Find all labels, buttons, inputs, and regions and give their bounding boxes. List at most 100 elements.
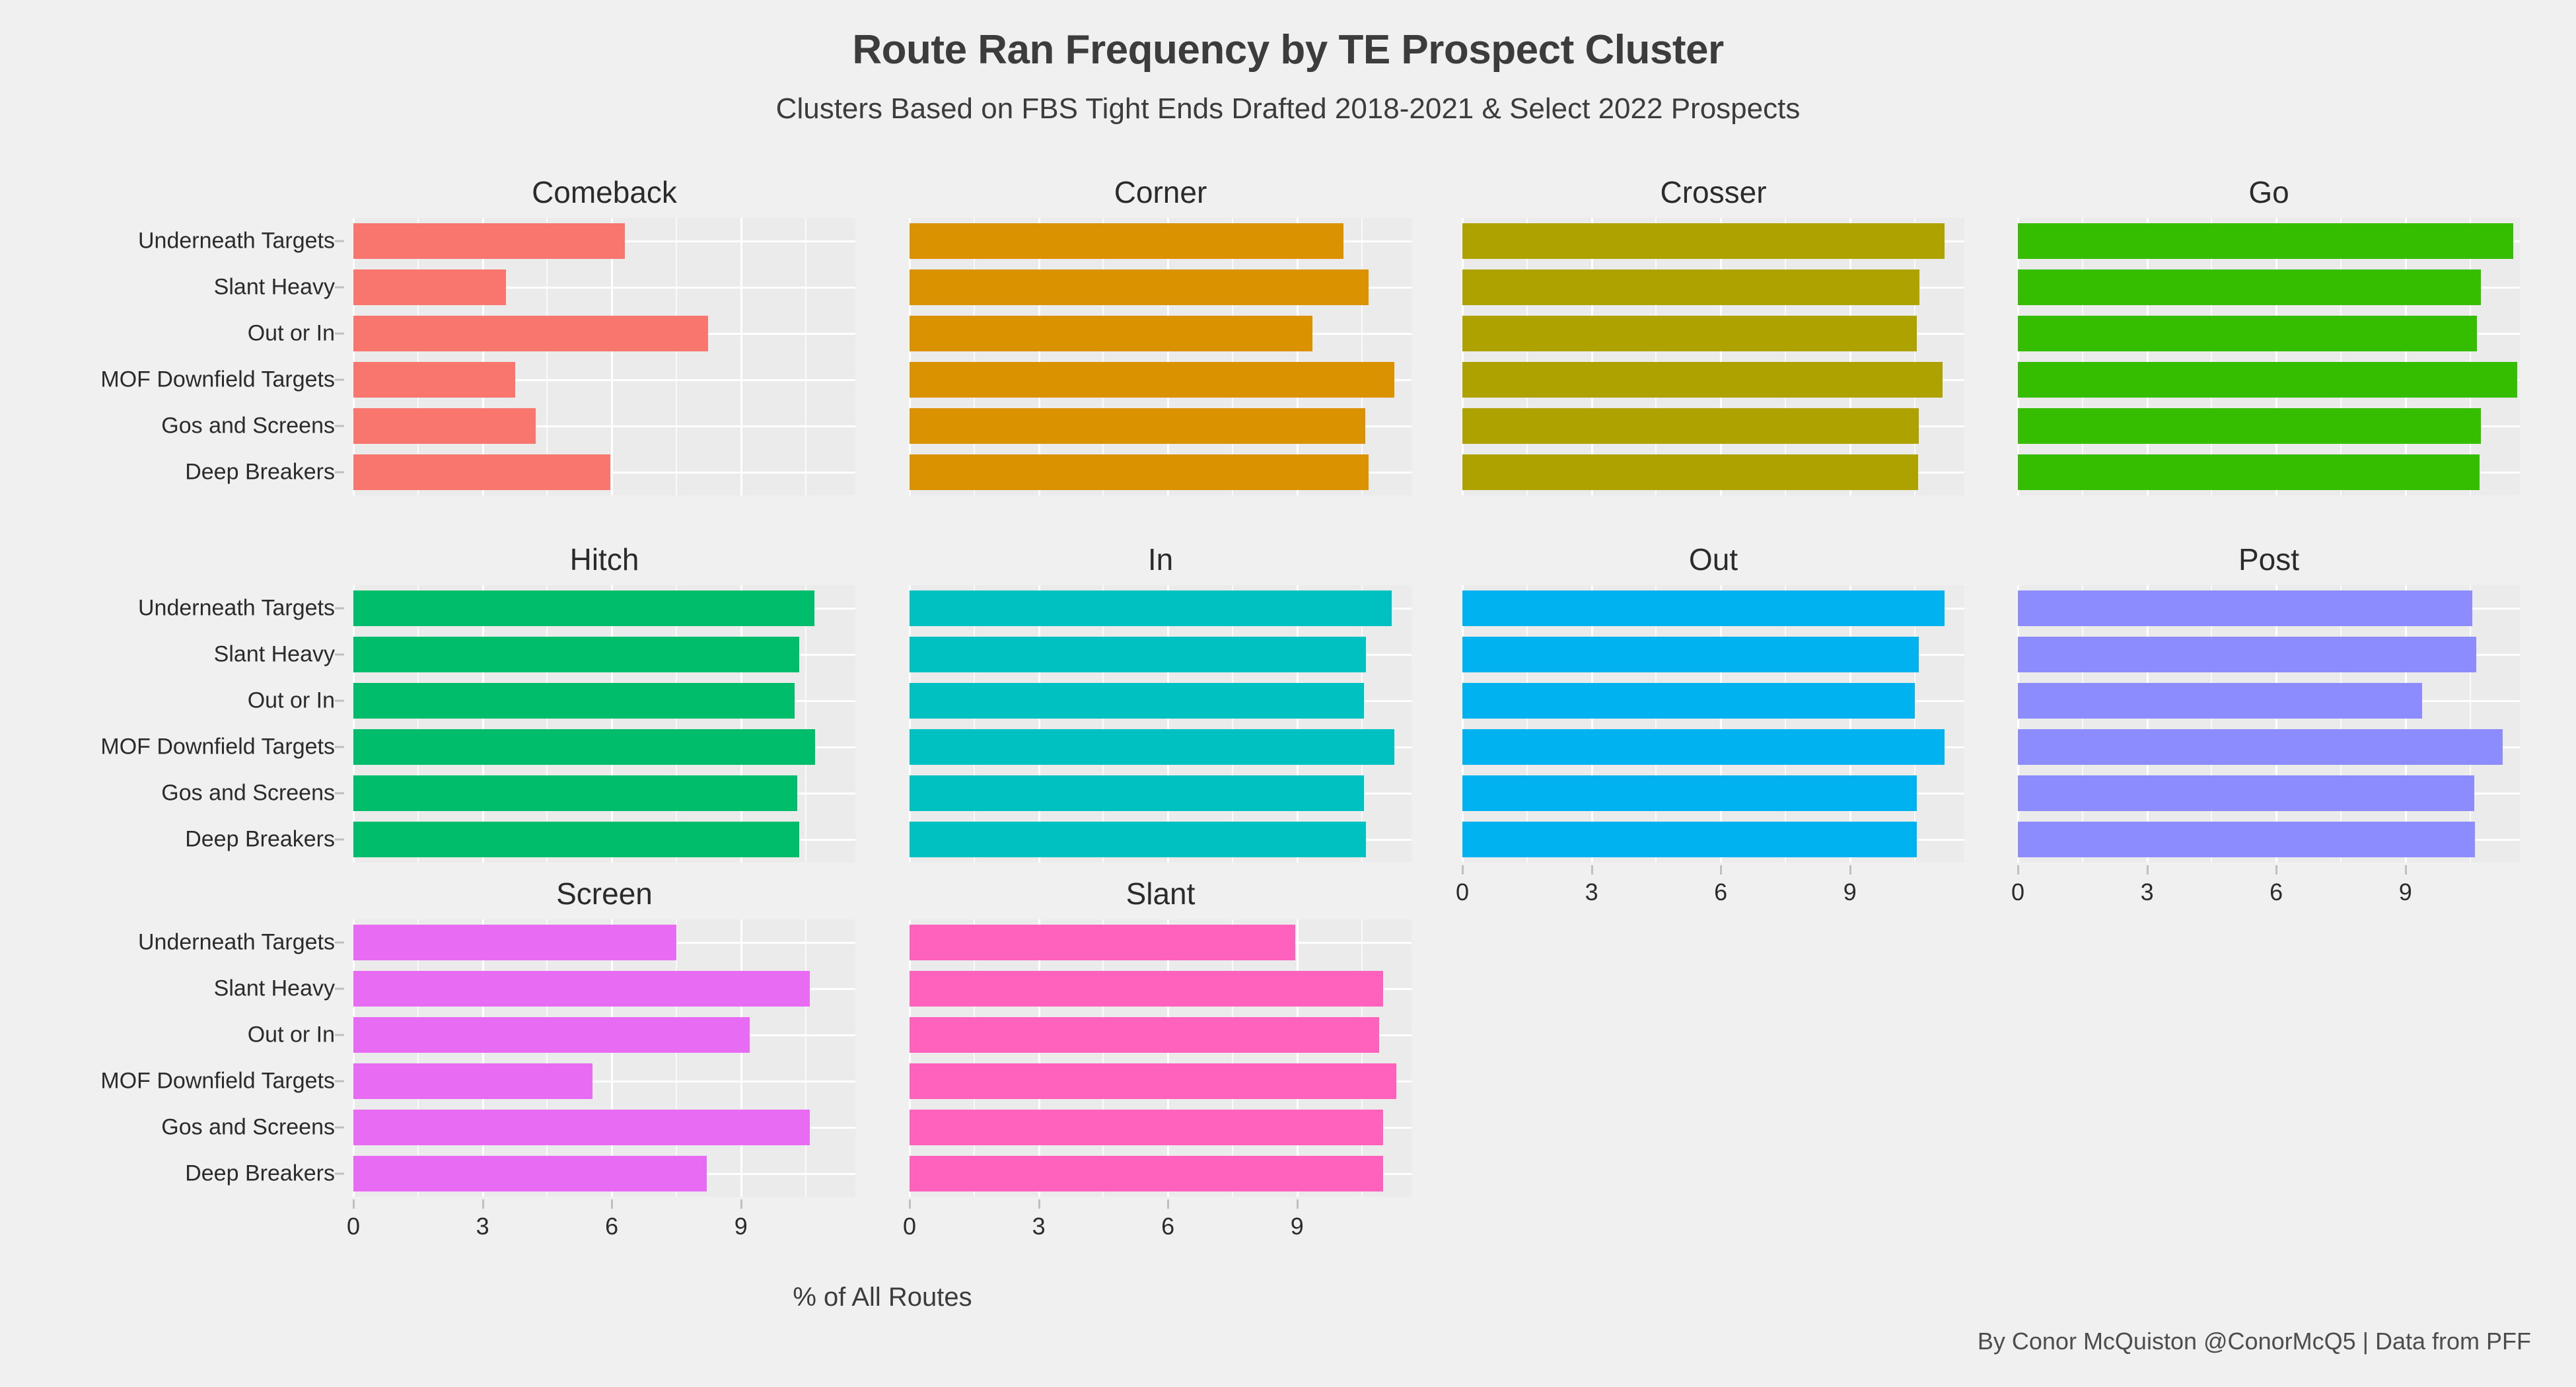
bar[interactable] xyxy=(1462,361,1943,398)
x-axis: 0 3 6 9 xyxy=(1456,865,1964,911)
chart-root: Route Ran Frequency by TE Prospect Clust… xyxy=(0,0,2576,1387)
y-axis-tick xyxy=(335,653,344,656)
y-axis-label: Gos and Screens xyxy=(161,413,335,439)
y-axis-tick xyxy=(335,941,344,944)
bar[interactable] xyxy=(353,636,799,673)
bar[interactable] xyxy=(2018,454,2480,491)
bar[interactable] xyxy=(353,454,610,491)
bar[interactable] xyxy=(910,454,1369,491)
x-axis-tick xyxy=(1720,865,1723,874)
bar[interactable] xyxy=(910,269,1369,306)
bar[interactable] xyxy=(353,1063,592,1100)
bar[interactable] xyxy=(910,1016,1379,1053)
gridline-vertical-minor xyxy=(805,585,806,863)
bar[interactable] xyxy=(353,775,797,812)
x-axis-tick-label: 0 xyxy=(1455,878,1470,906)
bar[interactable] xyxy=(1462,223,1945,260)
y-axis-label: MOF Downfield Targets xyxy=(100,1068,335,1094)
bar[interactable] xyxy=(910,361,1395,398)
x-axis-tick-label: 0 xyxy=(902,1213,917,1240)
bar[interactable] xyxy=(2018,361,2518,398)
x-axis-tick xyxy=(1038,1199,1040,1209)
bar[interactable] xyxy=(2018,590,2472,627)
bar[interactable] xyxy=(910,315,1312,352)
bar[interactable] xyxy=(353,408,536,445)
bar[interactable] xyxy=(2018,775,2475,812)
bar[interactable] xyxy=(353,590,814,627)
y-axis-label: Deep Breakers xyxy=(185,1160,335,1186)
bar[interactable] xyxy=(353,361,515,398)
facet-corner: Corner xyxy=(909,173,1412,495)
y-axis-label: Out or In xyxy=(247,320,335,346)
gridline-vertical-minor xyxy=(805,919,806,1197)
y-axis-label: Gos and Screens xyxy=(161,780,335,806)
bar[interactable] xyxy=(353,924,676,961)
bar[interactable] xyxy=(2018,682,2422,719)
plot-panel xyxy=(909,585,1412,863)
bar[interactable] xyxy=(353,223,626,260)
bar[interactable] xyxy=(1462,315,1917,352)
bar[interactable] xyxy=(910,970,1384,1007)
bar[interactable] xyxy=(353,682,795,719)
bar[interactable] xyxy=(353,1109,810,1146)
bar[interactable] xyxy=(910,1063,1396,1100)
bar[interactable] xyxy=(1462,821,1917,858)
bar[interactable] xyxy=(910,775,1364,812)
bar[interactable] xyxy=(2018,223,2513,260)
x-axis-tick xyxy=(740,1199,742,1209)
x-axis-tick xyxy=(2146,865,2149,874)
gridline-vertical-minor xyxy=(805,218,806,495)
x-axis-tick-label: 0 xyxy=(2011,878,2025,906)
bar[interactable] xyxy=(1462,729,1945,765)
bar[interactable] xyxy=(353,970,810,1007)
bar[interactable] xyxy=(910,924,1295,961)
bar[interactable] xyxy=(353,269,506,306)
y-axis-tick xyxy=(335,286,344,289)
x-axis-tick-label: 0 xyxy=(346,1213,361,1240)
bar[interactable] xyxy=(2018,408,2481,445)
x-axis-tick xyxy=(353,1199,355,1209)
bar[interactable] xyxy=(1462,775,1917,812)
bar[interactable] xyxy=(910,1109,1384,1146)
bar[interactable] xyxy=(910,590,1392,627)
bar[interactable] xyxy=(1462,636,1919,673)
bar[interactable] xyxy=(353,1155,707,1192)
y-axis-tick xyxy=(335,607,344,610)
y-axis-label: MOF Downfield Targets xyxy=(100,367,335,392)
x-axis-tick-label: 6 xyxy=(605,1213,619,1240)
facet-title: Crosser xyxy=(1660,175,1767,209)
bar[interactable] xyxy=(2018,636,2477,673)
chart-caption: By Conor McQuiston @ConorMcQ5 | Data fro… xyxy=(1977,1328,2531,1355)
bar[interactable] xyxy=(2018,821,2476,858)
y-axis-tick xyxy=(335,699,344,702)
x-axis-tick xyxy=(482,1199,484,1209)
x-axis-tick-label: 3 xyxy=(2140,878,2154,906)
bar[interactable] xyxy=(910,821,1367,858)
bar[interactable] xyxy=(910,408,1365,445)
y-axis-label: Slant Heavy xyxy=(213,976,335,1001)
bar[interactable] xyxy=(1462,454,1918,491)
bar[interactable] xyxy=(353,1016,750,1053)
bar[interactable] xyxy=(353,821,799,858)
bar[interactable] xyxy=(910,682,1364,719)
bar[interactable] xyxy=(2018,269,2481,306)
bar[interactable] xyxy=(910,636,1367,673)
bar[interactable] xyxy=(1462,682,1915,719)
bar[interactable] xyxy=(910,1155,1384,1192)
bar[interactable] xyxy=(1462,590,1945,627)
facet-title: Screen xyxy=(556,876,653,911)
bar[interactable] xyxy=(1462,269,1920,306)
x-axis: 0 3 6 9 xyxy=(2011,865,2520,911)
facet-title: Post xyxy=(2238,542,2300,577)
bar[interactable] xyxy=(1462,408,1919,445)
bar[interactable] xyxy=(910,223,1344,260)
facet-in: In xyxy=(909,540,1412,863)
plot-panel xyxy=(353,585,855,863)
bar[interactable] xyxy=(2018,729,2503,765)
bar[interactable] xyxy=(353,729,815,765)
bar[interactable] xyxy=(910,729,1394,765)
x-axis-title: % of All Routes xyxy=(793,1283,972,1312)
bar[interactable] xyxy=(353,315,708,352)
bar[interactable] xyxy=(2018,315,2478,352)
x-axis: 0 3 6 9 xyxy=(903,1199,1412,1246)
